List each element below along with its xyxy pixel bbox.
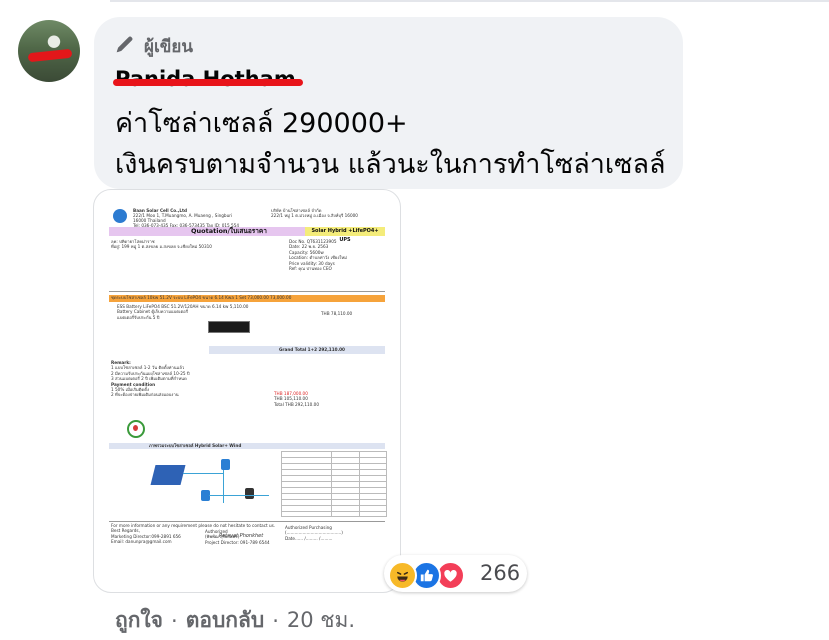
haha-icon [388, 561, 417, 590]
battery-icon [245, 488, 254, 499]
attachment-image[interactable]: Baan Solar Cell Co.,Ltd 222/1 Moo 1, T.M… [93, 189, 401, 593]
comment-bubble: ผู้เขียน Panida Hotham ค่าโซล่าเซลล์ 290… [94, 17, 683, 189]
item-row: ชุดระบบโซล่าเซลล์ 10kw 51.2V ระบบ LiFePO… [111, 295, 292, 300]
like-link[interactable]: ถูกใจ [115, 604, 163, 637]
quotation-subtitle: Solar Hybrid +LifePO4+ UPS [305, 227, 385, 243]
solar-panel-image [150, 465, 186, 485]
customer-block: ลค: ปทิดายาโสคม่าราช ที่อยู่: 199 หมู่ 1… [111, 239, 212, 250]
comment-line: ค่าโซล่าเซลล์ 290000+ [115, 108, 408, 139]
battery-image [208, 321, 250, 333]
inverter-icon [221, 459, 230, 470]
company-logo [113, 209, 127, 223]
separator-dot: · [272, 608, 279, 633]
reaction-summary[interactable]: 266 [384, 555, 527, 592]
quotation-title: Quotation/ใบเสนอราคา [191, 227, 267, 235]
separator-dot: · [171, 608, 178, 633]
author-badge: ผู้เขียน [114, 33, 193, 59]
redaction-mark [27, 48, 73, 63]
payment-amounts: THB 187,000.00 THB 105,110.00 Total THB … [274, 391, 319, 407]
grand-total: Grand Total 1+2 292,110.00 [279, 347, 345, 352]
system-spec-table [281, 451, 387, 517]
doc-info-block: Doc No. QT631123905 Date: 22 พ.ย. 2563 C… [289, 239, 347, 272]
reply-link[interactable]: ตอบกลับ [186, 604, 265, 637]
item-details: ESS Battery LiFePO4 BSC 51.2V/120AH ขนาด… [117, 304, 249, 320]
quotation-document: Baan Solar Cell Co.,Ltd 222/1 Moo 1, T.M… [109, 203, 387, 581]
accept-block: Authorized Purchasing (.................… [285, 525, 343, 541]
section-title: ภาพรวมระบบโซล่าเซลล์ Hybrid Solar+ Wind [149, 443, 242, 448]
remarks: Remark: 1 แบบโซล่าเซลล์ 1-2 วัน ติดตั้งท… [111, 360, 190, 398]
rule [109, 291, 385, 292]
comment-line: เงินครบตามจำนวน แล้วนะในการทำโซล่าเซลล์ [115, 149, 666, 180]
badge-label: ผู้เขียน [144, 36, 193, 57]
company-info-thai: บริษัท บ้านโซล่าเซลล์ จำกัด 222/1 หมู่ 1… [271, 208, 358, 218]
signature: Patavat Phonkhet [219, 533, 264, 539]
divider [110, 0, 829, 2]
redaction-mark [113, 79, 303, 86]
comment-actions: ถูกใจ · ตอบกลับ · 20 ชม. [115, 604, 355, 637]
thb-total: THB 78,110.00 [321, 311, 353, 316]
rule [109, 521, 385, 522]
timestamp-link[interactable]: 20 ชม. [287, 604, 355, 637]
stamp-logo [127, 420, 145, 438]
reaction-count: 266 [480, 561, 521, 585]
pencil-icon [114, 33, 136, 60]
wire [183, 473, 223, 474]
avatar[interactable] [18, 20, 80, 82]
comment-text: ค่าโซล่าเซลล์ 290000+ เงินครบตามจำนวน แล… [115, 103, 666, 185]
wire [209, 495, 269, 496]
